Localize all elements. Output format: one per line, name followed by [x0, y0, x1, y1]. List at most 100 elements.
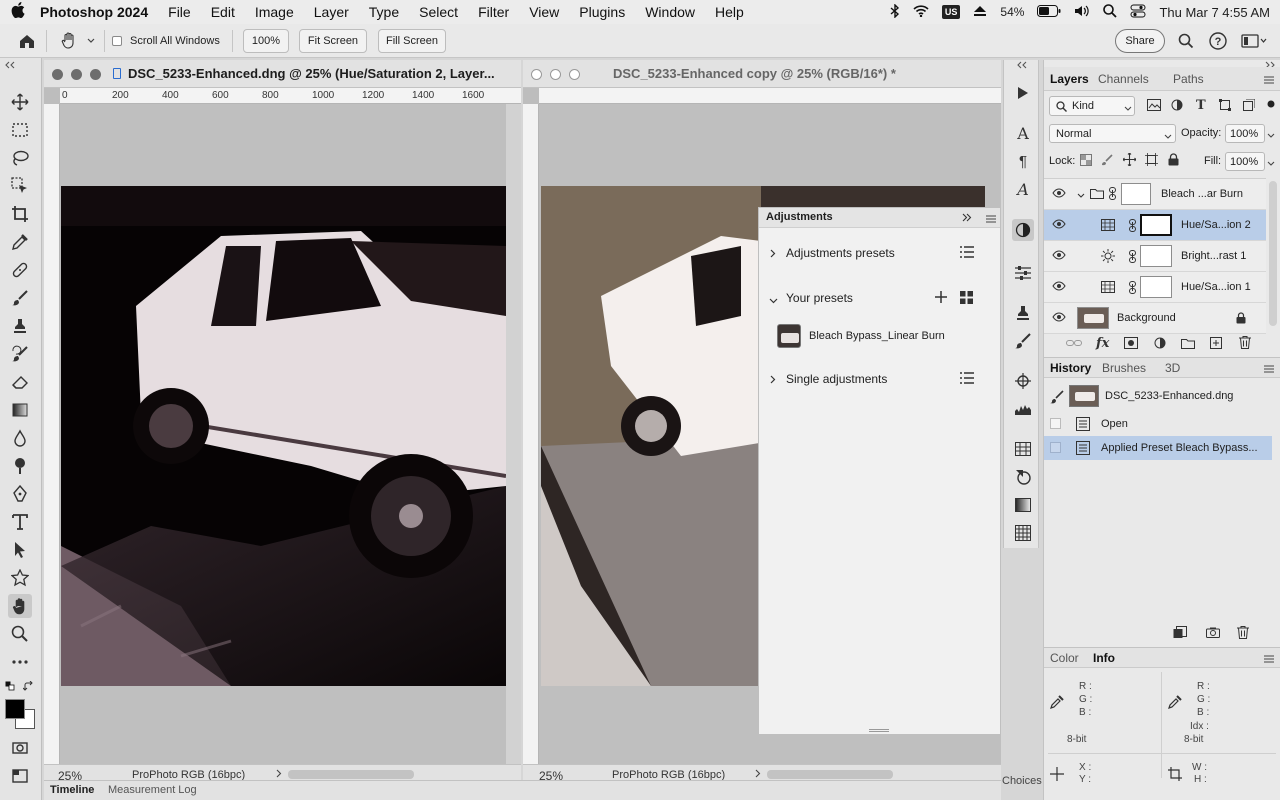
more-tools-icon[interactable] [8, 650, 32, 674]
lock-all-icon[interactable] [1168, 153, 1179, 169]
lock-position-icon[interactable] [1122, 152, 1137, 169]
link-icon[interactable] [1109, 187, 1116, 203]
object-selection-tool-icon[interactable] [8, 174, 32, 198]
adjustments-presets-section[interactable]: Adjustments presets [759, 244, 1000, 264]
zoom-window-icon[interactable] [569, 69, 580, 80]
pen-tool-icon[interactable] [8, 482, 32, 506]
chevron-down-icon[interactable] [769, 293, 778, 307]
link-icon[interactable] [1129, 219, 1136, 235]
your-presets-section[interactable]: Your presets [759, 289, 1000, 309]
document-tab-1[interactable]: DSC_5233-Enhanced.dng @ 25% (Hue/Saturat… [44, 60, 521, 88]
filter-toggle-icon[interactable] [1267, 99, 1275, 111]
photo-canvas[interactable] [61, 186, 506, 686]
history-state[interactable]: Open [1044, 412, 1272, 436]
eject-icon[interactable] [973, 5, 987, 20]
clone-stamp-tool-icon[interactable] [8, 314, 32, 338]
layer-filter-kind[interactable]: Kind [1049, 96, 1135, 116]
minimize-window-icon[interactable] [71, 69, 82, 80]
panel-menu-icon[interactable] [1264, 75, 1274, 87]
preset-item[interactable]: Bleach Bypass_Linear Burn [759, 324, 1000, 350]
vertical-scrollbar[interactable] [506, 104, 521, 764]
history-snapshot[interactable]: DSC_5233-Enhanced.dng [1044, 383, 1272, 409]
patterns-panel-icon[interactable] [1014, 524, 1032, 542]
menu-file[interactable]: File [158, 4, 201, 20]
layer-mask-thumbnail[interactable] [1140, 245, 1172, 267]
workspace-icon[interactable] [1240, 32, 1268, 50]
swatches-icon[interactable] [1014, 440, 1032, 458]
lock-transparency-icon[interactable] [1080, 154, 1092, 169]
tab-layers[interactable]: Layers [1050, 72, 1089, 86]
type-tool-icon[interactable] [8, 510, 32, 534]
tab-timeline[interactable]: Timeline [50, 784, 94, 796]
shape-tool-icon[interactable] [8, 566, 32, 590]
zoom-level[interactable]: 25% [58, 769, 82, 780]
tab-channels[interactable]: Channels [1098, 72, 1149, 86]
zoom-tool-icon[interactable] [8, 622, 32, 646]
swap-colors-icon[interactable] [22, 680, 34, 692]
menu-window[interactable]: Window [635, 4, 705, 20]
menu-view[interactable]: View [519, 4, 569, 20]
zoom-level[interactable]: 25% [539, 769, 563, 780]
horizontal-ruler[interactable]: 0 200 400 600 800 1000 1200 1400 1600 [60, 88, 521, 104]
layer-row[interactable]: Bleach ...ar Burn [1044, 179, 1266, 210]
menu-image[interactable]: Image [245, 4, 304, 20]
lasso-tool-icon[interactable] [8, 146, 32, 170]
delete-layer-icon[interactable] [1239, 336, 1251, 352]
visibility-eye-icon[interactable] [1052, 312, 1066, 324]
smart-object-filter-icon[interactable] [1243, 98, 1256, 114]
path-selection-tool-icon[interactable] [8, 538, 32, 562]
menu-edit[interactable]: Edit [201, 4, 245, 20]
app-name[interactable]: Photoshop 2024 [36, 4, 158, 20]
menu-layer[interactable]: Layer [304, 4, 359, 20]
volume-icon[interactable] [1074, 5, 1090, 20]
brush-settings-icon[interactable] [1014, 332, 1032, 350]
layer-row[interactable]: Bright...rast 1 [1044, 241, 1266, 272]
eyedropper-tool-icon[interactable] [8, 230, 32, 254]
horizontal-scrollbar[interactable] [767, 770, 893, 779]
character-panel-icon[interactable]: A [1014, 124, 1032, 143]
visibility-eye-icon[interactable] [1052, 188, 1066, 200]
list-view-icon[interactable] [960, 246, 974, 261]
close-window-icon[interactable] [531, 69, 542, 80]
shape-filter-icon[interactable] [1219, 99, 1231, 114]
tab-measurement-log[interactable]: Measurement Log [108, 784, 197, 796]
healing-brush-tool-icon[interactable] [8, 258, 32, 282]
chevron-right-icon[interactable] [770, 247, 776, 261]
visibility-eye-icon[interactable] [1052, 281, 1066, 293]
adjustments-header[interactable]: Adjustments [759, 208, 1000, 228]
chevron-down-icon[interactable] [86, 36, 96, 46]
link-layers-icon[interactable] [1066, 338, 1082, 351]
help-icon[interactable]: ? [1208, 31, 1228, 51]
gradient-tool-icon[interactable] [8, 398, 32, 422]
panel-menu-icon[interactable] [986, 214, 996, 226]
history-checkbox[interactable] [1050, 418, 1061, 429]
adjustments-panel-icon[interactable] [1012, 219, 1034, 241]
fit-screen-button[interactable]: Fit Screen [299, 29, 367, 53]
new-snapshot-icon[interactable] [1206, 627, 1220, 641]
spotlight-search-icon[interactable] [1103, 3, 1118, 21]
tab-brushes[interactable]: Brushes [1102, 361, 1146, 375]
new-document-from-state-icon[interactable] [1173, 626, 1187, 642]
horizontal-ruler[interactable] [539, 88, 1001, 104]
layer-mask-thumbnail[interactable] [1140, 276, 1172, 298]
control-center-icon[interactable] [1130, 4, 1146, 21]
blur-tool-icon[interactable] [8, 426, 32, 450]
quick-mask-icon[interactable] [8, 736, 32, 760]
type-filter-icon[interactable]: T [1196, 98, 1206, 113]
gradients-panel-icon[interactable] [1014, 496, 1032, 514]
delete-state-icon[interactable] [1237, 626, 1249, 642]
menu-select[interactable]: Select [409, 4, 468, 20]
actions-play-icon[interactable] [1014, 84, 1032, 102]
properties-panel-icon[interactable] [1014, 264, 1032, 282]
move-tool-icon[interactable] [8, 90, 32, 114]
fill-screen-button[interactable]: Fill Screen [378, 29, 446, 53]
history-checkbox[interactable] [1050, 442, 1061, 453]
tab-history[interactable]: History [1050, 361, 1091, 375]
panel-menu-icon[interactable] [1264, 364, 1274, 376]
navigator-icon[interactable] [1014, 372, 1032, 390]
link-icon[interactable] [1129, 281, 1136, 297]
hand-tool-icon[interactable] [8, 594, 32, 618]
add-mask-icon[interactable] [1124, 337, 1138, 352]
glyphs-panel-icon[interactable]: A [1014, 180, 1032, 199]
adjustment-filter-icon[interactable] [1171, 99, 1183, 114]
